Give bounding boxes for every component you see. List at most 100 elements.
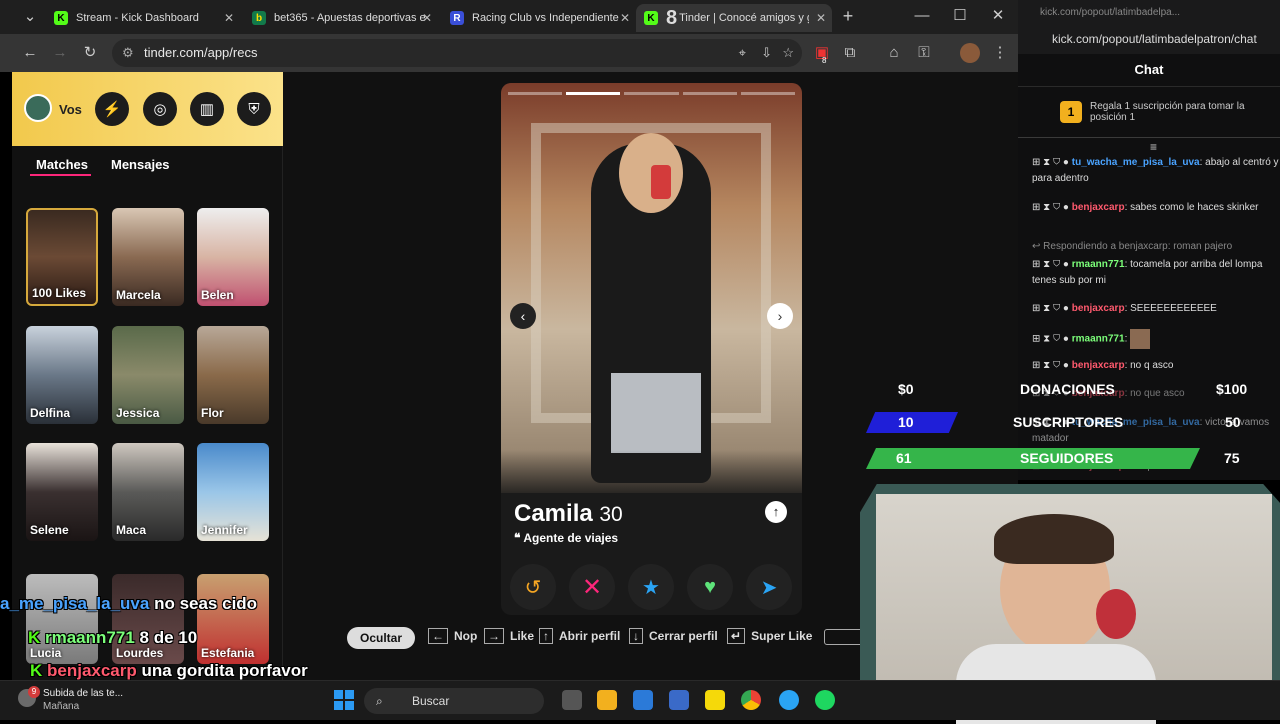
profile-photo[interactable] (501, 83, 802, 493)
match-card[interactable]: Delfina (26, 326, 98, 424)
close-icon[interactable]: ✕ (816, 11, 826, 25)
password-icon[interactable]: ⚿ (914, 43, 934, 63)
task-view-icon[interactable] (562, 690, 582, 710)
match-card[interactable]: Lourdes (112, 574, 184, 664)
devtools-icon[interactable]: ⌂ (884, 43, 904, 63)
shield-icon[interactable]: ⛨ (237, 92, 271, 126)
boost-button[interactable]: ➤ (746, 564, 792, 610)
windows-start-icon[interactable] (334, 690, 354, 710)
chrome-icon[interactable] (741, 690, 761, 710)
arrow-up-icon: ↑ (539, 628, 553, 644)
minimize-icon[interactable]: — (912, 6, 932, 26)
nope-button[interactable]: ✕ (569, 564, 615, 610)
chat-username[interactable]: rmaann771 (1072, 334, 1125, 345)
tab-racing-independiente[interactable]: R Racing Club vs Independiente ✕ (442, 4, 636, 32)
open-profile-icon[interactable]: ↑ (765, 501, 787, 523)
chat-username[interactable]: benjaxcarp (1072, 303, 1125, 314)
chat-username[interactable]: benjaxcarp (1072, 360, 1125, 371)
menu-icon[interactable]: ⋮ (990, 43, 1010, 63)
forward-icon[interactable]: → (50, 43, 70, 63)
kick-icon: K (30, 661, 47, 680)
tab-messages[interactable]: Mensajes (111, 157, 170, 172)
chat-message: ⊞ ⧗ ⛉ ● rmaann771: (1032, 329, 1280, 349)
chat-text: : sabes como le haces skinker (1124, 202, 1259, 213)
profile-name-text: Camila (514, 500, 593, 527)
send-icon: ➤ (760, 576, 778, 599)
profile-label[interactable]: Vos (59, 102, 82, 117)
filter-icon[interactable]: ≡ (1150, 140, 1157, 154)
overlay-username: benjaxcarp (47, 661, 137, 680)
spotify-icon[interactable] (815, 690, 835, 710)
gift-banner[interactable]: Regala 1 suscripción para tomar la posic… (1090, 101, 1278, 123)
close-icon[interactable]: ✕ (224, 11, 234, 25)
url-text: tinder.com/app/recs (144, 45, 258, 60)
star-icon[interactable]: ☆ (782, 39, 794, 67)
match-card[interactable]: Marcela (112, 208, 184, 306)
profile-avatar[interactable] (960, 43, 980, 63)
new-tab-icon[interactable]: + (838, 6, 858, 26)
shortcut-label: Abrir perfil (559, 629, 621, 643)
briefcase-icon[interactable]: ▥ (190, 92, 224, 126)
overlay-chat-line: K rmaann771 8 de 10 (28, 628, 197, 648)
profile-name: Camila 30 (514, 500, 623, 528)
popout-title: kick.com/popout/latimbadelpa... (1040, 7, 1181, 18)
hide-shortcuts-button[interactable]: Ocultar (347, 627, 415, 649)
tab-kick-dashboard[interactable]: K Stream - Kick Dashboard ✕ (46, 4, 240, 32)
tab-matches[interactable]: Matches (36, 157, 88, 172)
superlike-button[interactable]: ★ (628, 564, 674, 610)
chat-username[interactable]: rmaann771 (1072, 259, 1125, 270)
match-card[interactable]: Lucia (26, 574, 98, 664)
match-card[interactable]: Maca (112, 443, 184, 541)
boost-icon[interactable]: ⚡ (95, 92, 129, 126)
chat-text: : no q asco (1124, 360, 1174, 371)
calculator-icon[interactable] (669, 690, 689, 710)
match-card[interactable]: Jessica (112, 326, 184, 424)
close-icon[interactable]: ✕ (422, 11, 432, 25)
match-card[interactable]: Jennifer (197, 443, 269, 541)
prev-photo-icon[interactable]: ‹ (510, 303, 536, 329)
url-input[interactable]: ⚙ tinder.com/app/recs ⌖ ⇩ ☆ (112, 39, 802, 67)
tab-search-icon[interactable]: ⌄ (20, 7, 40, 27)
match-card[interactable]: Belen (197, 208, 269, 306)
match-name: Selene (30, 523, 69, 537)
file-explorer-icon[interactable] (597, 690, 617, 710)
widget-title[interactable]: Subida de las te... (43, 688, 123, 699)
next-photo-icon[interactable]: › (767, 303, 793, 329)
chat-username[interactable]: benjaxcarp (1072, 202, 1125, 213)
tab-title: Stream - Kick Dashboard (76, 12, 199, 24)
reload-icon[interactable]: ↻ (80, 43, 100, 63)
tab-bet365[interactable]: b bet365 - Apuestas deportivas e ✕ (244, 4, 438, 32)
like-button[interactable]: ♥ (687, 564, 733, 610)
telegram-icon[interactable] (779, 690, 799, 710)
explore-icon[interactable]: ◎ (143, 92, 177, 126)
shortcut-label: Cerrar perfil (649, 629, 718, 643)
site-info-icon[interactable]: ⚙ (122, 39, 134, 67)
close-icon[interactable]: ✕ (620, 11, 630, 25)
avatar[interactable] (24, 94, 52, 122)
close-window-icon[interactable]: ✕ (988, 6, 1008, 26)
match-name: Lucia (30, 646, 62, 660)
rewind-button[interactable]: ↺ (510, 564, 556, 610)
taskbar-search-input[interactable]: ⌕ Buscar (364, 688, 544, 714)
back-icon[interactable]: ← (20, 43, 40, 63)
match-card[interactable]: Selene (26, 443, 98, 541)
location-icon[interactable]: ⌖ (739, 39, 746, 67)
heart-icon: ♥ (704, 575, 716, 598)
maximize-icon[interactable]: ☐ (950, 6, 970, 26)
tab-tinder[interactable]: K 8 Tinder | Conocé amigos y gente ✕ (636, 4, 832, 32)
extensions-puzzle-icon[interactable]: ⧉ (840, 43, 860, 63)
install-icon[interactable]: ⇩ (761, 39, 772, 67)
likes-card[interactable]: 100 Likes (26, 208, 98, 306)
chat-text: : no que asco (1124, 388, 1185, 399)
match-card[interactable]: Estefania (197, 574, 269, 664)
jeans-shape (611, 373, 701, 453)
shortcut-close-profile: ↓ Cerrar perfil (629, 628, 718, 644)
match-card[interactable]: Flor (197, 326, 269, 424)
chat-username[interactable]: tu_wacha_me_pisa_la_uva (1072, 157, 1200, 168)
sticky-notes-icon[interactable] (705, 690, 725, 710)
gift-rank-badge: 1 (1060, 101, 1082, 123)
tab-label: Matches (36, 157, 89, 172)
chat-title: Chat (1134, 62, 1164, 77)
subs-label: SUSCRIPTORES (1013, 414, 1124, 430)
store-icon[interactable] (633, 690, 653, 710)
